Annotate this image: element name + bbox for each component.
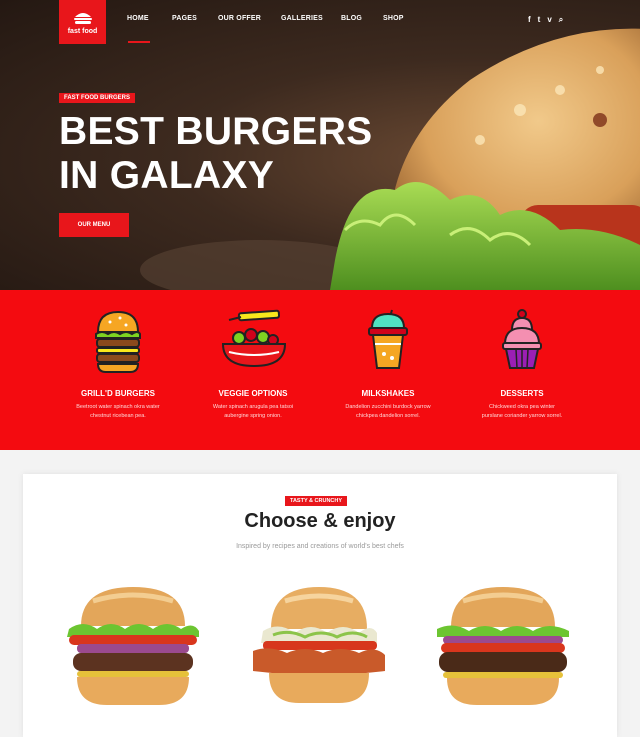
feature-desc-line: Dandelion zucchini burdock yarrow <box>345 404 431 410</box>
nav-blog[interactable]: BLOG <box>341 15 383 22</box>
feature-description: Beetroot water spinach okra water chestn… <box>48 403 188 421</box>
feature-description: Dandelion zucchini burdock yarrow chickp… <box>318 403 458 421</box>
feature-desc-line: chickpea dandelion sorrel. <box>356 413 420 419</box>
burger-logo-icon <box>73 12 92 24</box>
nav-shop[interactable]: SHOP <box>383 15 423 22</box>
main-nav: HOME PAGES OUR OFFER GALLERIES BLOG SHOP <box>127 15 423 22</box>
feature-description: Water spinach arugula pea tatsoi aubergi… <box>183 403 323 421</box>
feature-desc-line: chestnut ricebean pea. <box>90 413 146 419</box>
vine-icon[interactable]: v <box>547 15 551 25</box>
hero-section: fast food HOME PAGES OUR OFFER GALLERIES… <box>0 0 640 290</box>
feature-desc-line: Water spinach arugula pea tatsoi <box>212 404 294 410</box>
cupcake-icon <box>502 309 542 369</box>
choose-title: Choose & enjoy <box>244 510 396 532</box>
nav-active-indicator <box>128 41 150 43</box>
feature-title: DESSERTS <box>500 389 544 398</box>
feature-desc-line: Chickweed okra pea winter <box>488 404 556 410</box>
feature-desc-line: purslane coriander yarrow sorrel. <box>481 413 563 419</box>
choose-badge: TASTY & CRUNCHY <box>285 496 348 506</box>
burger-icon <box>95 310 141 373</box>
burger-product-image[interactable] <box>249 581 389 716</box>
our-menu-button[interactable]: OUR MENU <box>59 213 129 237</box>
burger-product-image[interactable] <box>433 581 573 716</box>
social-links: f t v ⌕ <box>528 15 563 25</box>
hero-title: BEST BURGERS IN GALAXY <box>59 110 372 198</box>
choose-section: TASTY & CRUNCHY Choose & enjoy Inspired … <box>23 474 617 737</box>
nav-our-offer[interactable]: OUR OFFER <box>218 15 281 22</box>
feature-description: Chickweed okra pea winter purslane coria… <box>452 403 592 421</box>
feature-title: MILKSHAKES <box>361 389 415 398</box>
feature-title: GRILL'D BURGERS <box>81 389 155 398</box>
salad-bowl-icon <box>221 309 287 368</box>
features-section: GRILL'D BURGERS Beetroot water spinach o… <box>0 290 640 450</box>
nav-home[interactable]: HOME <box>127 15 172 22</box>
facebook-icon[interactable]: f <box>528 15 531 25</box>
burger-product-image[interactable] <box>63 581 203 716</box>
logo-text: fast food <box>67 27 98 35</box>
hero-badge: FAST FOOD BURGERS <box>59 93 136 103</box>
hero-title-line-1: BEST BURGERS <box>59 110 373 153</box>
twitter-icon[interactable]: t <box>538 15 541 25</box>
feature-desc-line: Beetroot water spinach okra water <box>76 404 160 410</box>
choose-subtitle: Inspired by recipes and creations of wor… <box>236 543 404 550</box>
logo[interactable]: fast food <box>59 0 106 44</box>
feature-title: VEGGIE OPTIONS <box>218 389 288 398</box>
milkshake-icon <box>368 309 408 369</box>
nav-galleries[interactable]: GALLERIES <box>281 15 341 22</box>
hero-title-line-2: IN GALAXY <box>59 154 275 197</box>
nav-pages[interactable]: PAGES <box>172 15 218 22</box>
feature-desc-line: aubergine spring onion. <box>224 413 282 419</box>
search-icon[interactable]: ⌕ <box>559 15 563 25</box>
